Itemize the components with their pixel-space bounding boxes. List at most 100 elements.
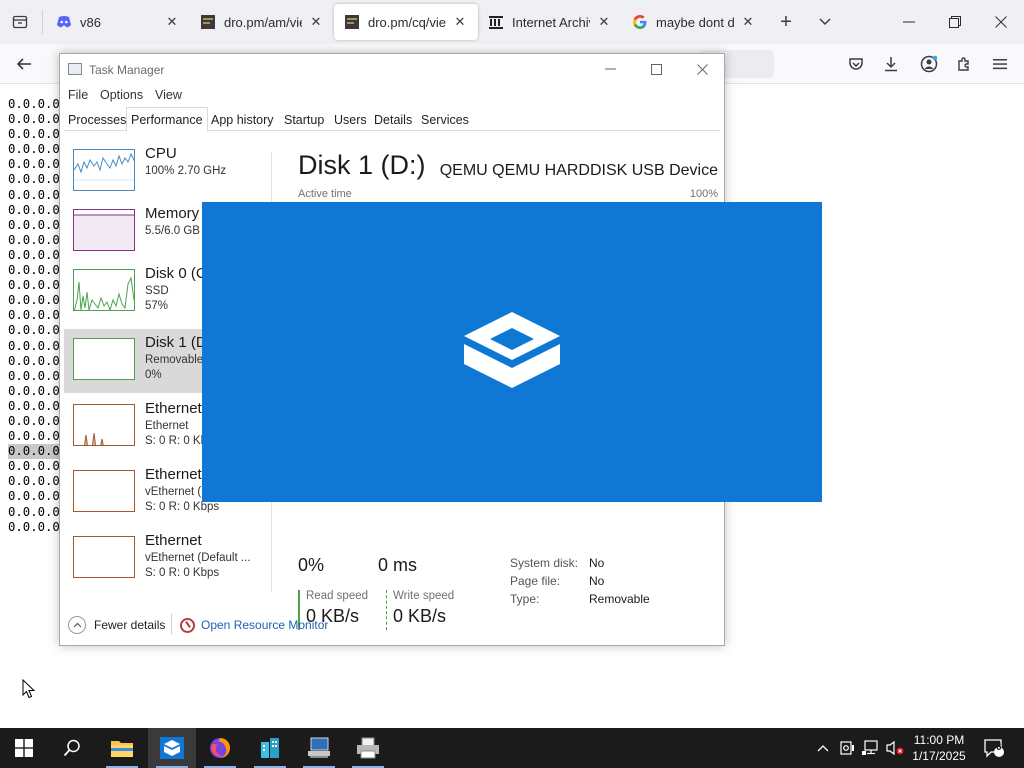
windows-taskbar: 11:00 PM 1/17/2025 6 <box>0 728 1024 768</box>
window-restore-button[interactable] <box>932 0 978 44</box>
fewer-details-button[interactable]: Fewer details <box>68 613 165 637</box>
text-line: 0.0.0.0 <box>8 459 60 474</box>
tab-dro-am[interactable]: dro.pm/am/view ✕ <box>190 4 334 40</box>
perf-item-ethernet-3[interactable]: Ethernet vEthernet (Default ... S: 0 R: … <box>64 527 270 591</box>
tray-network-button[interactable] <box>860 728 882 768</box>
text-line: 0.0.0.0 <box>8 429 60 444</box>
list-all-tabs-button[interactable] <box>811 8 839 36</box>
perf-item-detail: 100% 2.70 GHz <box>145 165 227 177</box>
chevron-up-icon <box>817 745 829 752</box>
new-tab-button[interactable]: + <box>772 8 800 36</box>
window-close-button[interactable] <box>978 0 1024 44</box>
tm-close-button[interactable] <box>679 54 725 84</box>
pocket-button[interactable] <box>842 50 870 78</box>
menu-file[interactable]: File <box>68 88 88 102</box>
firefox-icon <box>210 738 230 758</box>
task-manager-titlebar[interactable]: Task Manager <box>60 54 724 84</box>
taskbar-file-explorer[interactable] <box>98 728 146 768</box>
active-time-max: 100% <box>689 188 718 200</box>
tray-volume-button[interactable] <box>884 728 906 768</box>
action-center-button[interactable]: 6 <box>976 728 1012 768</box>
active-time-label: Active time <box>298 188 352 200</box>
disk0-mini-graph <box>73 269 135 311</box>
extensions-button[interactable] <box>950 50 978 78</box>
tab-services[interactable]: Services <box>417 110 473 132</box>
back-button[interactable] <box>10 50 38 78</box>
buildings-icon <box>261 738 279 758</box>
disk-title: Disk 1 (D:) <box>298 150 426 180</box>
close-tab-icon[interactable]: ✕ <box>452 14 468 30</box>
text-line: 0.0.0.0 <box>8 308 60 323</box>
footer-separator <box>171 614 172 634</box>
ethernet-mini-graph <box>73 404 135 446</box>
text-line: 0.0.0.0 <box>8 323 60 338</box>
tab-google-search[interactable]: maybe dont do t ✕ <box>622 4 766 40</box>
text-line: 0.0.0.0 <box>8 263 60 278</box>
pocket-icon <box>849 58 863 70</box>
menu-options[interactable]: Options <box>100 88 143 102</box>
perf-item-detail: vEthernet (Default ... <box>145 552 251 564</box>
window-minimize-button[interactable] <box>886 0 932 44</box>
taskbar-app-computer[interactable] <box>295 728 343 768</box>
app-menu-button[interactable] <box>986 50 1014 78</box>
open-resource-monitor-label: Open Resource Monitor <box>201 618 329 632</box>
perf-item-value: 57% <box>145 300 169 312</box>
memory-mini-graph <box>73 209 135 251</box>
tab-internet-archive[interactable]: Internet Archive ✕ <box>478 4 622 40</box>
text-line: 0.0.0.0 <box>8 232 60 247</box>
printer-icon <box>357 737 379 759</box>
perf-item-detail: SSD <box>145 285 169 297</box>
perf-item-value: 0% <box>145 369 162 381</box>
perf-item-name: Ethernet <box>145 400 202 417</box>
disk1-mini-graph <box>73 338 135 380</box>
prop-page-file-value: No <box>589 574 605 588</box>
firefox-view-icon <box>12 15 28 29</box>
tab-app-history[interactable]: App history <box>207 110 278 132</box>
firefox-view-button[interactable] <box>6 8 34 36</box>
start-button[interactable] <box>0 728 48 768</box>
prop-system-disk-label: System disk: <box>510 556 579 570</box>
menu-view[interactable]: View <box>155 88 182 102</box>
chevron-up-icon <box>68 616 86 634</box>
terminal-icon <box>200 14 216 30</box>
tab-separator <box>42 10 43 34</box>
perf-item-cpu[interactable]: CPU 100% 2.70 GHz <box>64 140 270 204</box>
close-tab-icon[interactable]: ✕ <box>308 14 324 30</box>
clock-date: 1/17/2025 <box>912 749 966 763</box>
open-resource-monitor-link[interactable]: Open Resource Monitor <box>180 613 328 637</box>
search-icon <box>63 739 80 757</box>
downloads-button[interactable] <box>877 50 905 78</box>
tab-title: dro.pm/cq/view <box>368 14 446 30</box>
taskbar-app-buildings[interactable] <box>246 728 294 768</box>
text-line: 0.0.0.0 <box>8 444 60 460</box>
text-line: 0.0.0.0 <box>8 142 60 157</box>
text-line: 0.0.0.0 <box>8 383 60 398</box>
tm-maximize-button[interactable] <box>633 54 679 84</box>
taskbar-clock[interactable]: 11:00 PM 1/17/2025 <box>906 732 972 764</box>
search-button[interactable] <box>48 728 96 768</box>
show-hidden-icons-button[interactable] <box>812 728 834 768</box>
minimize-icon <box>604 68 616 70</box>
perf-item-name: Ethernet <box>145 532 202 549</box>
windows-sandbox-icon <box>464 312 560 388</box>
perf-item-name: Memory <box>145 205 200 222</box>
taskbar-app-printer[interactable] <box>344 728 392 768</box>
close-tab-icon[interactable]: ✕ <box>596 14 612 30</box>
tab-processes[interactable]: Processes <box>64 110 130 132</box>
tab-dro-cq[interactable]: dro.pm/cq/view ✕ <box>334 4 478 40</box>
volume-muted-icon <box>886 740 904 756</box>
tab-startup[interactable]: Startup <box>280 110 328 132</box>
tm-minimize-button[interactable] <box>587 54 633 84</box>
tab-users[interactable]: Users <box>330 110 371 132</box>
close-tab-icon[interactable]: ✕ <box>164 14 180 30</box>
back-arrow-icon <box>16 58 31 70</box>
taskbar-firefox[interactable] <box>196 728 244 768</box>
tab-details[interactable]: Details <box>370 110 416 132</box>
tab-performance[interactable]: Performance <box>126 107 208 132</box>
tab-v86[interactable]: v86 ✕ <box>46 4 190 40</box>
account-button[interactable] <box>915 50 943 78</box>
tray-device-icon-button[interactable] <box>836 728 858 768</box>
text-line: 0.0.0.0 <box>8 504 60 519</box>
taskbar-windows-sandbox[interactable] <box>148 728 196 768</box>
close-tab-icon[interactable]: ✕ <box>740 14 756 30</box>
